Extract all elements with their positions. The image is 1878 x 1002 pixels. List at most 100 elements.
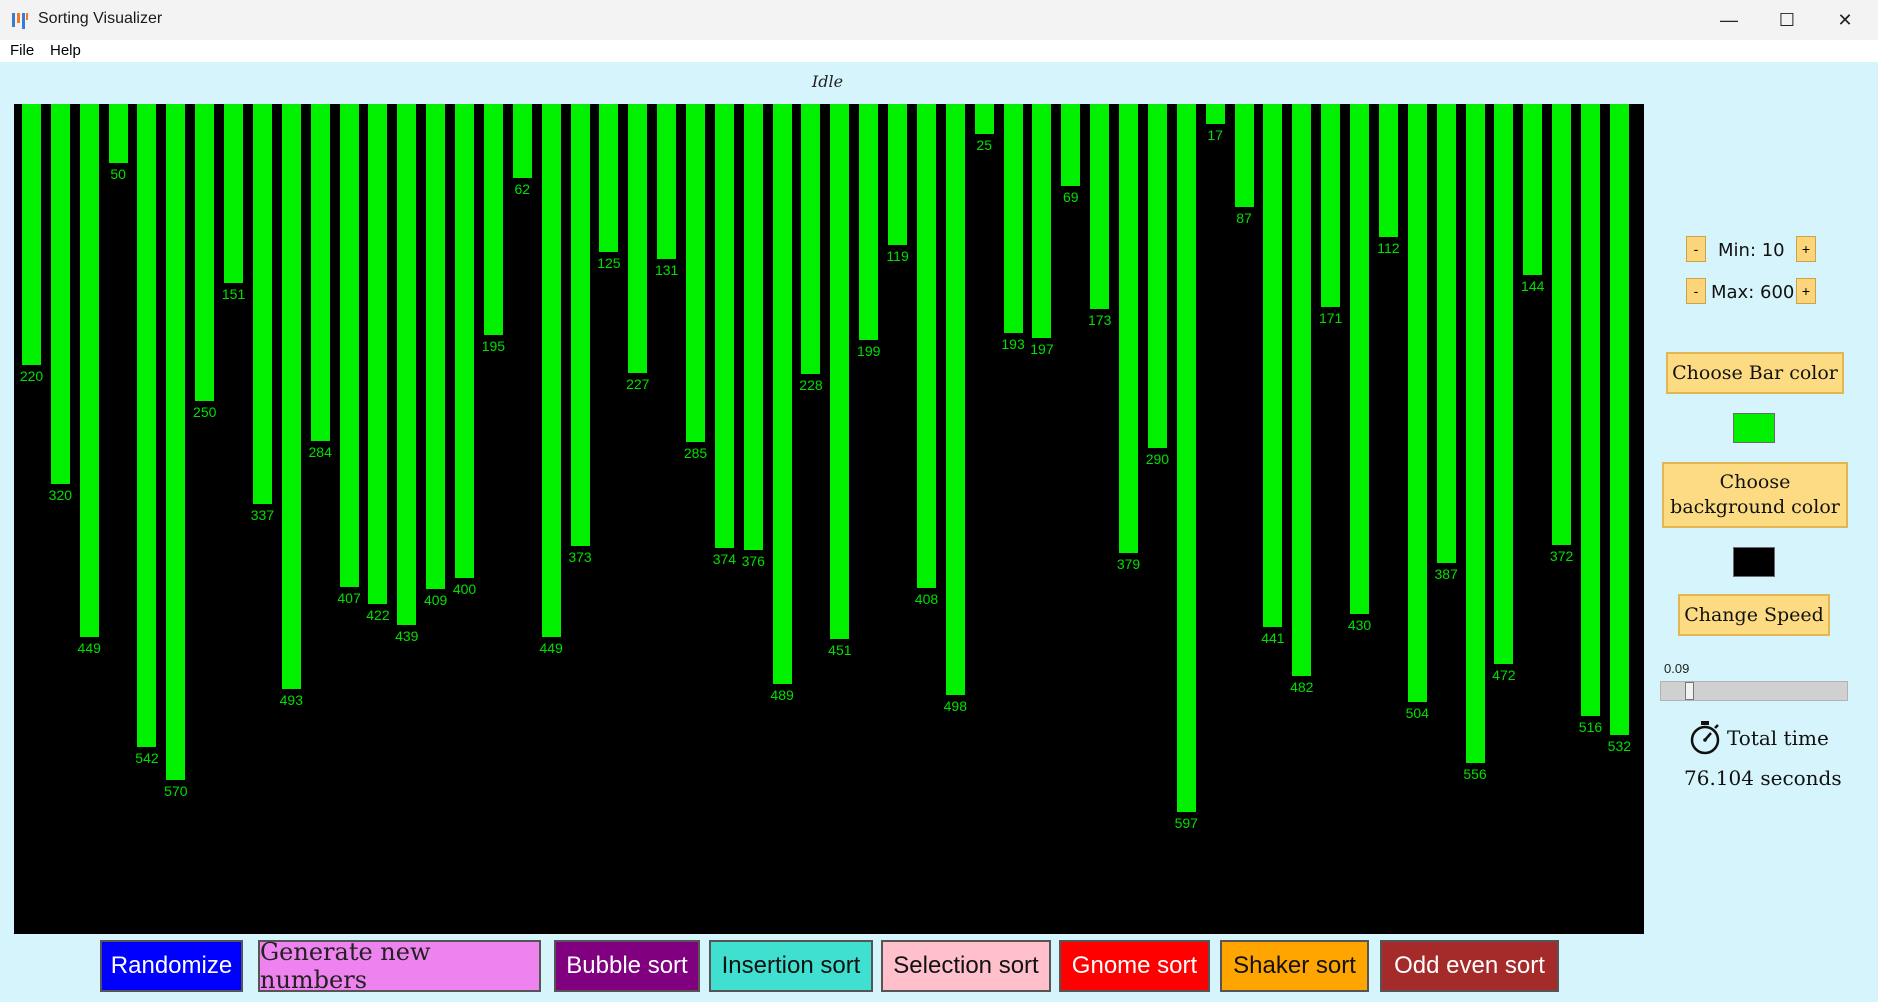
bar-value-label: 472 (1492, 666, 1516, 683)
total-time-label: Total time (1727, 726, 1829, 750)
bubble-sort-button[interactable]: Bubble sort (554, 940, 700, 992)
bar (743, 104, 763, 550)
choose-background-color-button[interactable]: Choose background color (1662, 462, 1848, 528)
bar (195, 104, 215, 401)
bar-value-label: 17 (1207, 127, 1223, 144)
insertion-sort-button[interactable]: Insertion sort (709, 940, 873, 992)
bar-value-label: 320 (48, 486, 73, 503)
bar (1609, 104, 1629, 735)
bar (1003, 104, 1023, 333)
bar (570, 104, 590, 547)
bar-value-label: 50 (110, 166, 126, 183)
bar (426, 104, 446, 590)
odd-even-sort-button[interactable]: Odd even sort (1380, 940, 1559, 992)
menu-file[interactable]: File (10, 42, 34, 59)
gnome-sort-button[interactable]: Gnome sort (1059, 940, 1210, 992)
bar-value-label: 220 (19, 367, 44, 384)
bar-value-label: 62 (514, 180, 531, 197)
close-button[interactable]: ✕ (1816, 0, 1874, 40)
bar-value-label: 400 (452, 581, 477, 598)
bar-value-label: 504 (1405, 704, 1429, 721)
app-icon (12, 13, 28, 29)
bar-value-label: 542 (135, 749, 159, 766)
menu-bar: File Help (0, 40, 1878, 62)
speed-slider[interactable] (1660, 681, 1848, 701)
bar-color-swatch (1733, 413, 1775, 443)
bar (1176, 104, 1196, 813)
bar-value-label: 498 (943, 697, 967, 714)
bar (252, 104, 272, 504)
bar (1436, 104, 1456, 563)
min-decrease-button[interactable]: - (1686, 236, 1706, 262)
change-speed-button[interactable]: Change Speed (1678, 594, 1830, 636)
shaker-sort-button[interactable]: Shaker sort (1220, 940, 1369, 992)
minimize-button[interactable]: — (1700, 0, 1758, 40)
speed-slider-handle[interactable] (1685, 682, 1695, 700)
max-decrease-button[interactable]: - (1686, 278, 1706, 304)
bar-value-label: 171 (1318, 309, 1343, 326)
bar (714, 104, 734, 548)
bar-value-label: 290 (1145, 450, 1170, 467)
maximize-button[interactable]: ☐ (1758, 0, 1816, 40)
bar (1465, 104, 1485, 764)
bar-value-label: 430 (1347, 616, 1372, 633)
bar-value-label: 250 (193, 403, 217, 420)
total-time-value: 76.104 seconds (1684, 766, 1842, 790)
bar (772, 104, 792, 684)
bar-value-label: 373 (568, 549, 592, 566)
bar-value-label: 87 (1236, 210, 1252, 227)
bar-value-label: 441 (1261, 630, 1285, 647)
menu-help[interactable]: Help (50, 42, 81, 59)
bar-value-label: 337 (250, 506, 275, 523)
bar (1378, 104, 1398, 237)
bar (945, 104, 965, 695)
bar (1205, 104, 1225, 125)
bar-value-label: 372 (1549, 548, 1574, 565)
bar (859, 104, 879, 340)
bar (281, 104, 301, 689)
bar-value-label: 376 (741, 552, 765, 569)
bar-value-label: 125 (597, 255, 621, 272)
bar-value-label: 151 (221, 286, 246, 303)
bar-value-label: 379 (1116, 556, 1141, 573)
min-increase-button[interactable]: + (1796, 236, 1816, 262)
title-bar: Sorting Visualizer — ☐ ✕ (0, 0, 1878, 41)
bar-value-label: 69 (1063, 188, 1079, 205)
bar (166, 104, 186, 781)
bar (79, 104, 99, 637)
bar (1090, 104, 1110, 310)
bar-value-label: 119 (886, 248, 909, 265)
bar-value-label: 489 (770, 686, 794, 703)
randomize-button[interactable]: Randomize (100, 940, 243, 992)
max-label: Max: 600 (1711, 282, 1795, 303)
bar (310, 104, 330, 441)
bar (657, 104, 677, 260)
bar (628, 104, 648, 374)
bar (1061, 104, 1081, 186)
visualizer-canvas: 220 320 449 50 542 570 250 151 337 493 284 407 422 43… (14, 104, 1644, 934)
bar (1580, 104, 1600, 716)
bar-value-label: 449 (539, 639, 563, 656)
bar-value-label: 284 (308, 443, 332, 460)
bar-value-label: 597 (1174, 815, 1198, 832)
bar (916, 104, 936, 588)
bar (483, 104, 503, 336)
bar (1523, 104, 1543, 275)
bar-value-label: 516 (1578, 718, 1603, 735)
bar (224, 104, 244, 284)
bar-value-label: 173 (1088, 312, 1112, 329)
choose-bar-color-button[interactable]: Choose Bar color (1666, 352, 1844, 394)
bar-value-label: 228 (799, 377, 823, 394)
bar-value-label: 449 (77, 639, 101, 656)
bar-value-label: 407 (337, 589, 361, 606)
bar (801, 104, 821, 375)
max-increase-button[interactable]: + (1796, 278, 1816, 304)
bar-value-label: 556 (1463, 766, 1487, 783)
bar (1494, 104, 1514, 664)
bar (137, 104, 157, 747)
generate-new-numbers-button[interactable]: Generate new numbers (258, 938, 541, 994)
bar-value-label: 25 (976, 136, 992, 153)
bar (50, 104, 70, 484)
bar-value-label: 439 (395, 627, 419, 644)
selection-sort-button[interactable]: Selection sort (881, 940, 1051, 992)
